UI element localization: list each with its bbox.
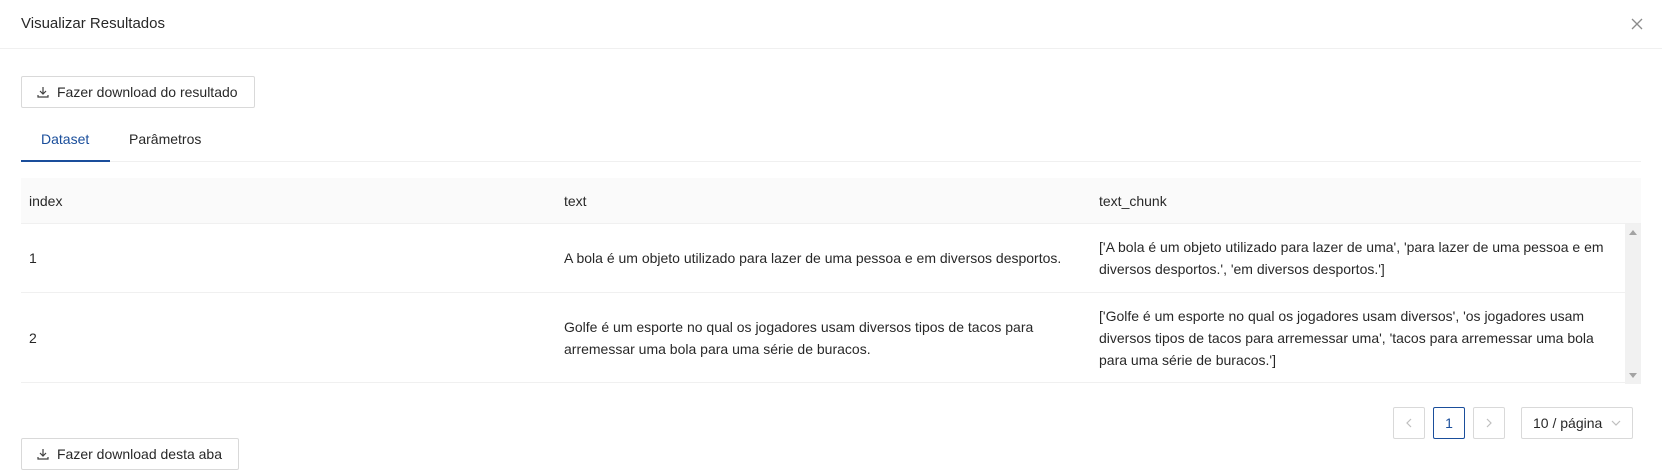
download-result-button[interactable]: Fazer download do resultado [21, 76, 255, 108]
cell-index: 1 [29, 250, 37, 266]
active-tab-indicator [21, 160, 110, 162]
chevron-right-icon [1486, 418, 1492, 428]
cell-index: 2 [29, 329, 37, 346]
page-size-select[interactable]: 10 / página [1521, 407, 1633, 439]
table-row: 2 Golfe é um esporte no qual os jogadore… [21, 293, 1625, 383]
cell-text-chunk: ['Golfe é um esporte no qual os jogadore… [1099, 307, 1594, 368]
pagination-next-button[interactable] [1473, 407, 1505, 439]
pagination-prev-button[interactable] [1393, 407, 1425, 439]
pagination-page-button[interactable]: 1 [1433, 407, 1465, 439]
download-icon [37, 87, 49, 98]
tab-bar: Dataset Parâmetros [21, 122, 1641, 162]
scroll-down-arrow-icon[interactable] [1629, 373, 1637, 378]
download-tab-label: Fazer download desta aba [57, 446, 222, 462]
tab-parametros[interactable]: Parâmetros [129, 122, 201, 162]
tab-dataset[interactable]: Dataset [41, 122, 89, 162]
modal-title: Visualizar Resultados [21, 15, 165, 32]
chevron-down-icon [1611, 420, 1621, 426]
cell-text-chunk: ['A bola é um objeto utilizado para laze… [1099, 239, 1604, 277]
column-header-text-chunk[interactable]: text_chunk [1099, 178, 1619, 224]
results-table: index text text_chunk 1 A bola é um obje… [21, 178, 1641, 384]
column-header-index[interactable]: index [29, 178, 549, 224]
modal-header: Visualizar Resultados [0, 0, 1662, 49]
download-icon [37, 449, 49, 460]
scroll-up-arrow-icon[interactable] [1629, 230, 1637, 235]
vertical-scrollbar[interactable] [1625, 224, 1641, 384]
page-size-value: 10 / página [1533, 415, 1603, 431]
cell-text: A bola é um objeto utilizado para lazer … [564, 250, 1062, 266]
download-result-label: Fazer download do resultado [57, 84, 238, 100]
column-header-text[interactable]: text [564, 178, 1084, 224]
table-row: 1 A bola é um objeto utilizado para laze… [21, 224, 1625, 293]
cell-text: Golfe é um esporte no qual os jogadores … [564, 318, 1034, 357]
chevron-left-icon [1406, 418, 1412, 428]
close-icon[interactable] [1628, 15, 1646, 33]
table-header: index text text_chunk [21, 178, 1641, 224]
download-tab-button[interactable]: Fazer download desta aba [21, 438, 239, 470]
